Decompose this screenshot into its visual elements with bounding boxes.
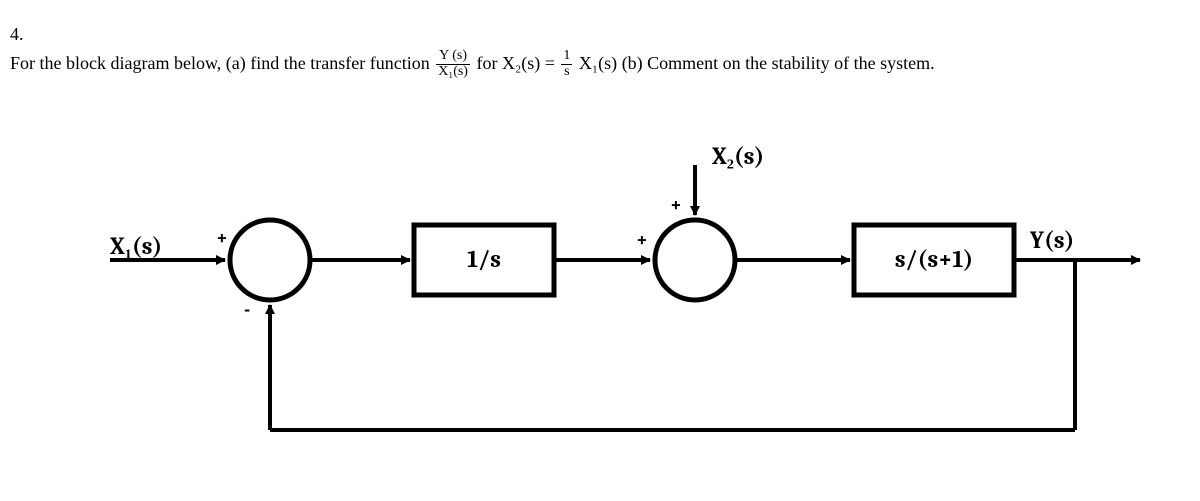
question-body: For the block diagram below, (a) find th… — [10, 49, 1160, 80]
sum1-minus-sign: - — [244, 298, 250, 321]
q-part-a-pre: For the block diagram below, (a) find th… — [10, 53, 434, 73]
x2-lhs: X₂(s) — [502, 53, 540, 73]
q-for: for — [476, 53, 502, 73]
tf-numerator: Y (s) — [436, 49, 470, 65]
rhs-num: 1 — [561, 49, 572, 65]
output-label: Y(s) — [1030, 226, 1074, 254]
input-label: X₁(s) — [110, 232, 162, 261]
question-text: 4. For the block diagram below, (a) find… — [10, 20, 1190, 80]
q-part-b: (b) Comment on the stability of the syst… — [622, 53, 935, 73]
block1-label: 1/s — [414, 245, 554, 273]
tf-denominator: X₁(s) — [436, 65, 470, 80]
x1-in-eq: X₁(s) — [579, 53, 617, 73]
disturbance-label: X₂(s) — [712, 142, 764, 171]
tf-fraction: Y (s) X₁(s) — [436, 49, 470, 79]
rhs-fraction: 1 s — [561, 49, 572, 79]
diagram-svg — [0, 130, 1200, 490]
block2-label: s/(s+1) — [854, 245, 1014, 273]
rhs-den: s — [561, 65, 572, 80]
sum1-plus-sign: + — [216, 226, 228, 249]
q-eq: = — [545, 53, 560, 73]
sum2-plus-top: + — [670, 193, 682, 216]
block-diagram: X₁(s) + - 1/s + + X₂(s) s/(s+1) Y(s) — [0, 130, 1200, 490]
list-number: 4. — [10, 20, 38, 49]
sum2-plus-left: + — [636, 228, 648, 251]
